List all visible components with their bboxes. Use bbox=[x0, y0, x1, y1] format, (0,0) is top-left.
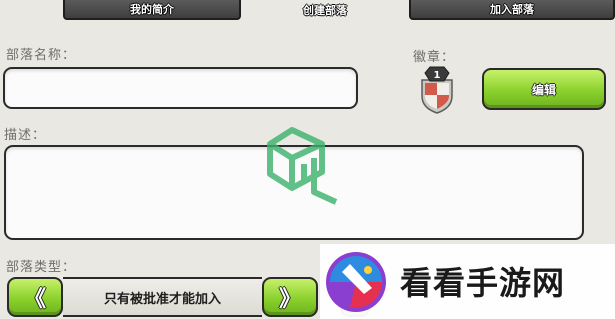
badge-label: 徽章： bbox=[413, 50, 456, 65]
watermark-banner: 看看手游网 bbox=[320, 244, 615, 319]
edit-badge-button[interactable]: 编辑 bbox=[482, 68, 606, 110]
clan-type-label: 部落类型： bbox=[6, 260, 77, 275]
site-logo-icon bbox=[326, 252, 386, 312]
tab-my-profile[interactable]: 我的简介 bbox=[63, 0, 241, 20]
description-label: 描述： bbox=[4, 128, 47, 143]
clan-type-next-button[interactable]: 》 bbox=[262, 277, 318, 317]
tab-bar: 我的简介 创建部落 加入部落 bbox=[0, 0, 615, 20]
clan-name-input[interactable] bbox=[3, 67, 358, 109]
clan-name-label: 部落名称： bbox=[6, 48, 77, 63]
watermark-site-name: 看看手游网 bbox=[400, 264, 566, 302]
clan-type-prev-button[interactable]: 《 bbox=[7, 277, 63, 317]
clan-badge-icon[interactable]: 1 bbox=[418, 64, 456, 114]
clan-type-value: 只有被批准才能加入 bbox=[63, 277, 262, 317]
tab-create-clan[interactable]: 创建部落 bbox=[241, 0, 409, 20]
watermark-logo-icon bbox=[267, 127, 338, 205]
badge-level: 1 bbox=[434, 70, 441, 81]
tab-join-clan[interactable]: 加入部落 bbox=[409, 0, 615, 20]
